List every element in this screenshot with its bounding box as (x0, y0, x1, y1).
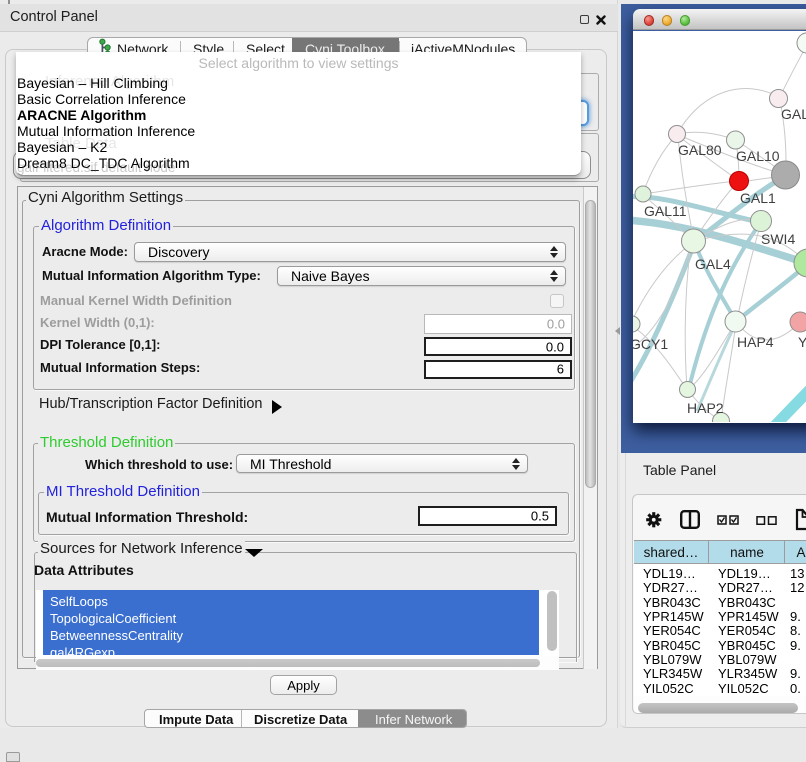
svg-text:Y: Y (798, 334, 806, 350)
svg-text:GAL1: GAL1 (740, 190, 776, 206)
svg-text:GAL80: GAL80 (678, 142, 722, 158)
svg-text:HAP2: HAP2 (687, 400, 724, 416)
svg-text:GCY1: GCY1 (633, 336, 668, 352)
svg-text:GAL4: GAL4 (695, 256, 731, 272)
svg-text:GAL11: GAL11 (644, 203, 687, 219)
svg-text:SWI4: SWI4 (761, 231, 795, 247)
svg-text:GAL7: GAL7 (781, 106, 806, 122)
svg-text:GAL10: GAL10 (736, 148, 780, 164)
svg-text:HAP4: HAP4 (737, 334, 774, 350)
